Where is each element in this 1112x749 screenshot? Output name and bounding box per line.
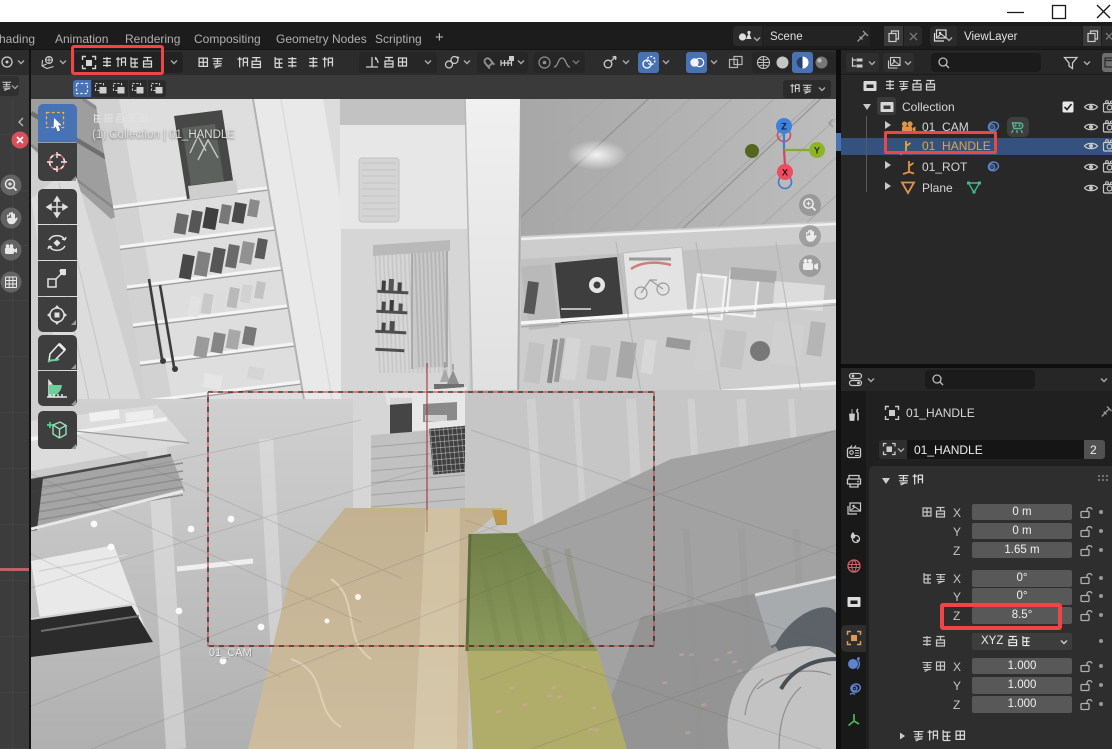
svg-text:Z: Z [781,122,787,132]
svg-text:01_CAM: 01_CAM [209,647,252,659]
svg-text:X: X [782,168,788,178]
svg-text:Y: Y [814,146,820,156]
